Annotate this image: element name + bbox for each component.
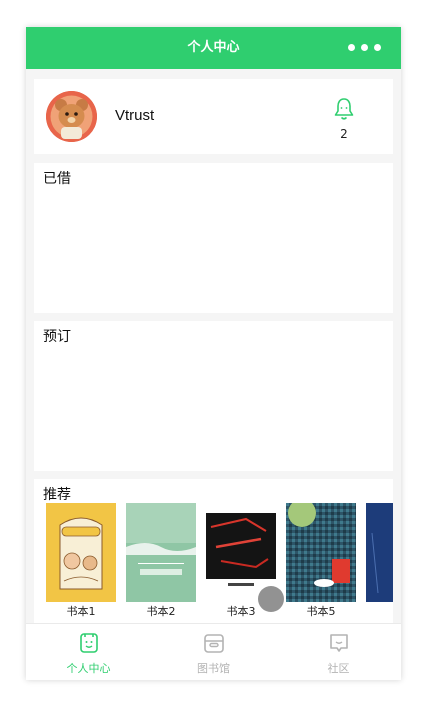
tab-label: 图书馆 [197, 662, 230, 675]
more-menu-button[interactable] [348, 44, 381, 52]
section-title-borrowed: 已借 [43, 171, 71, 187]
tab-community[interactable]: 社区 [276, 624, 401, 680]
book-cover[interactable] [126, 503, 196, 602]
book-title: 书本1 [66, 605, 96, 618]
more-dot-icon [348, 44, 355, 51]
tab-profile[interactable]: 个人中心 [26, 624, 151, 680]
more-dot-icon [374, 44, 381, 51]
book-cover[interactable] [46, 503, 116, 602]
page-title: 个人中心 [187, 40, 240, 55]
library-tab-icon [204, 634, 224, 653]
recommend-section: 推荐 书本1 书本2 书本3 书本5 [34, 479, 393, 629]
book-item[interactable]: 书本1 [46, 503, 116, 618]
reserved-section: 预订 [34, 321, 393, 471]
book-title: 书本2 [146, 605, 176, 618]
username: Vtrust [115, 107, 155, 124]
tab-bar: 个人中心 图书馆 社区 [26, 623, 401, 680]
book-title: 书本5 [306, 605, 336, 618]
book-cover[interactable] [286, 503, 356, 602]
tab-library[interactable]: 图书馆 [151, 624, 276, 680]
book-item[interactable] [366, 503, 393, 602]
book-cover[interactable] [366, 503, 393, 602]
bell-icon[interactable] [333, 97, 355, 121]
tab-label: 个人中心 [66, 662, 111, 675]
profile-tab-icon [80, 633, 98, 653]
borrowed-section: 已借 [34, 163, 393, 313]
more-dot-icon [361, 44, 368, 51]
notification-count: 2 [340, 127, 348, 141]
section-title-reserved: 预订 [43, 329, 71, 345]
book-carousel[interactable]: 书本1 书本2 书本3 书本5 [46, 503, 393, 629]
phone-frame: 个人中心 Vtrust 2 已借 预订 推荐 书本1 书本2 书本3 书本5 个… [26, 27, 401, 680]
section-title-recommend: 推荐 [43, 487, 71, 503]
profile-card: Vtrust 2 [34, 79, 393, 154]
tab-label: 社区 [327, 662, 350, 675]
floating-action-button[interactable] [258, 586, 284, 612]
community-tab-icon [330, 634, 348, 652]
bear-avatar-icon [46, 91, 97, 142]
book-item[interactable]: 书本5 [286, 503, 356, 618]
avatar[interactable] [46, 91, 97, 142]
navigation-bar: 个人中心 [26, 27, 401, 69]
book-item[interactable]: 书本2 [126, 503, 196, 618]
